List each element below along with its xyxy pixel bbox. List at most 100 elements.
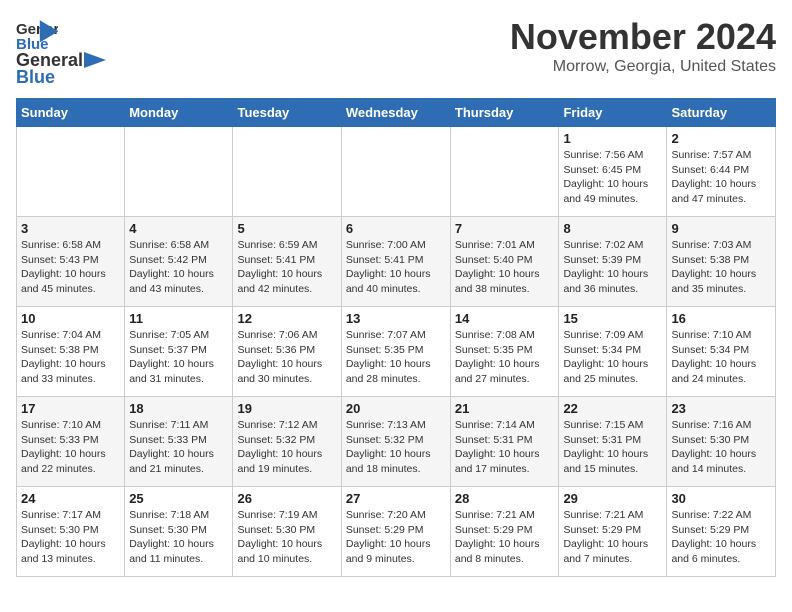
- day-info: Sunrise: 6:59 AM Sunset: 5:41 PM Dayligh…: [237, 238, 336, 297]
- day-info: Sunrise: 7:10 AM Sunset: 5:34 PM Dayligh…: [671, 328, 771, 387]
- day-info: Sunrise: 7:16 AM Sunset: 5:30 PM Dayligh…: [671, 418, 771, 477]
- calendar-cell: 18Sunrise: 7:11 AM Sunset: 5:33 PM Dayli…: [125, 397, 233, 487]
- day-info: Sunrise: 7:07 AM Sunset: 5:35 PM Dayligh…: [346, 328, 446, 387]
- day-number: 16: [671, 311, 771, 326]
- day-number: 2: [671, 131, 771, 146]
- day-info: Sunrise: 7:18 AM Sunset: 5:30 PM Dayligh…: [129, 508, 228, 567]
- page-header: General Blue General Blue November 2024 …: [16, 16, 776, 88]
- day-number: 23: [671, 401, 771, 416]
- day-number: 20: [346, 401, 446, 416]
- calendar-cell: 16 Sunrise: 7:10 AM Sunset: 5:34 PM Dayli…: [667, 307, 776, 397]
- day-header-thursday: Thursday: [450, 99, 559, 127]
- calendar-cell: 11 Sunrise: 7:05 AM Sunset: 5:37 PM Dayli…: [125, 307, 233, 397]
- day-number: 28: [455, 491, 555, 506]
- day-number: 26: [237, 491, 336, 506]
- calendar-cell: 12 Sunrise: 7:06 AM Sunset: 5:36 PM Dayli…: [233, 307, 341, 397]
- day-info: Sunrise: 7:13 AM Sunset: 5:32 PM Dayligh…: [346, 418, 446, 477]
- day-number: 9: [671, 221, 771, 236]
- calendar-cell: 6Sunrise: 7:00 AM Sunset: 5:41 PM Daylig…: [341, 217, 450, 307]
- calendar-cell: 25 Sunrise: 7:18 AM Sunset: 5:30 PM Dayli…: [125, 487, 233, 577]
- month-title: November 2024: [510, 16, 776, 58]
- calendar-cell: 22 Sunrise: 7:15 AM Sunset: 5:31 PM Dayli…: [559, 397, 667, 487]
- day-info: Sunrise: 6:58 AM Sunset: 5:43 PM Dayligh…: [21, 238, 120, 297]
- calendar-cell: [450, 127, 559, 217]
- calendar-cell: 26 Sunrise: 7:19 AM Sunset: 5:30 PM Dayli…: [233, 487, 341, 577]
- day-number: 4: [129, 221, 228, 236]
- day-info: Sunrise: 7:10 AM Sunset: 5:33 PM Dayligh…: [21, 418, 120, 477]
- day-number: 15: [563, 311, 662, 326]
- calendar-cell: 5Sunrise: 6:59 AM Sunset: 5:41 PM Daylig…: [233, 217, 341, 307]
- calendar-cell: 24 Sunrise: 7:17 AM Sunset: 5:30 PM Dayli…: [17, 487, 125, 577]
- calendar-cell: 27Sunrise: 7:20 AM Sunset: 5:29 PM Dayli…: [341, 487, 450, 577]
- day-number: 1: [563, 131, 662, 146]
- calendar-cell: 4 Sunrise: 6:58 AM Sunset: 5:42 PM Daylig…: [125, 217, 233, 307]
- calendar-week-1: 1 Sunrise: 7:56 AM Sunset: 6:45 PM Daylig…: [17, 127, 776, 217]
- logo-icon: General Blue: [16, 16, 58, 52]
- day-number: 24: [21, 491, 120, 506]
- day-number: 22: [563, 401, 662, 416]
- day-number: 11: [129, 311, 228, 326]
- day-number: 7: [455, 221, 555, 236]
- day-info: Sunrise: 7:22 AM Sunset: 5:29 PM Dayligh…: [671, 508, 771, 567]
- day-number: 10: [21, 311, 120, 326]
- day-number: 29: [563, 491, 662, 506]
- calendar-cell: 23 Sunrise: 7:16 AM Sunset: 5:30 PM Dayli…: [667, 397, 776, 487]
- calendar-cell: 30 Sunrise: 7:22 AM Sunset: 5:29 PM Dayli…: [667, 487, 776, 577]
- day-header-saturday: Saturday: [667, 99, 776, 127]
- calendar-cell: 21Sunrise: 7:14 AM Sunset: 5:31 PM Dayli…: [450, 397, 559, 487]
- calendar-cell: 19 Sunrise: 7:12 AM Sunset: 5:32 PM Dayli…: [233, 397, 341, 487]
- day-info: Sunrise: 7:08 AM Sunset: 5:35 PM Dayligh…: [455, 328, 555, 387]
- logo-arrow-icon: [84, 49, 106, 71]
- title-section: November 2024 Morrow, Georgia, United St…: [510, 16, 776, 76]
- calendar-cell: [125, 127, 233, 217]
- day-number: 27: [346, 491, 446, 506]
- day-info: Sunrise: 7:02 AM Sunset: 5:39 PM Dayligh…: [563, 238, 662, 297]
- calendar-header-row: SundayMondayTuesdayWednesdayThursdayFrid…: [17, 99, 776, 127]
- calendar-cell: 13 Sunrise: 7:07 AM Sunset: 5:35 PM Dayli…: [341, 307, 450, 397]
- calendar-cell: 29 Sunrise: 7:21 AM Sunset: 5:29 PM Dayli…: [559, 487, 667, 577]
- calendar-cell: 28Sunrise: 7:21 AM Sunset: 5:29 PM Dayli…: [450, 487, 559, 577]
- logo: General Blue General Blue: [16, 16, 107, 88]
- day-info: Sunrise: 7:05 AM Sunset: 5:37 PM Dayligh…: [129, 328, 228, 387]
- day-number: 14: [455, 311, 555, 326]
- day-info: Sunrise: 7:03 AM Sunset: 5:38 PM Dayligh…: [671, 238, 771, 297]
- day-info: Sunrise: 7:19 AM Sunset: 5:30 PM Dayligh…: [237, 508, 336, 567]
- day-info: Sunrise: 7:09 AM Sunset: 5:34 PM Dayligh…: [563, 328, 662, 387]
- day-header-tuesday: Tuesday: [233, 99, 341, 127]
- day-info: Sunrise: 7:06 AM Sunset: 5:36 PM Dayligh…: [237, 328, 336, 387]
- calendar-table: SundayMondayTuesdayWednesdayThursdayFrid…: [16, 98, 776, 577]
- day-number: 17: [21, 401, 120, 416]
- day-header-friday: Friday: [559, 99, 667, 127]
- calendar-cell: 8 Sunrise: 7:02 AM Sunset: 5:39 PM Daylig…: [559, 217, 667, 307]
- location: Morrow, Georgia, United States: [510, 58, 776, 76]
- day-info: Sunrise: 7:12 AM Sunset: 5:32 PM Dayligh…: [237, 418, 336, 477]
- day-info: Sunrise: 7:01 AM Sunset: 5:40 PM Dayligh…: [455, 238, 555, 297]
- day-number: 30: [671, 491, 771, 506]
- calendar-cell: 14 Sunrise: 7:08 AM Sunset: 5:35 PM Dayli…: [450, 307, 559, 397]
- day-info: Sunrise: 7:56 AM Sunset: 6:45 PM Dayligh…: [563, 148, 662, 207]
- calendar-cell: [17, 127, 125, 217]
- day-number: 25: [129, 491, 228, 506]
- calendar-cell: 9 Sunrise: 7:03 AM Sunset: 5:38 PM Daylig…: [667, 217, 776, 307]
- calendar-cell: 20 Sunrise: 7:13 AM Sunset: 5:32 PM Dayli…: [341, 397, 450, 487]
- day-info: Sunrise: 7:15 AM Sunset: 5:31 PM Dayligh…: [563, 418, 662, 477]
- calendar-cell: [341, 127, 450, 217]
- calendar-week-2: 3 Sunrise: 6:58 AM Sunset: 5:43 PM Daylig…: [17, 217, 776, 307]
- day-info: Sunrise: 7:14 AM Sunset: 5:31 PM Dayligh…: [455, 418, 555, 477]
- calendar-cell: 17 Sunrise: 7:10 AM Sunset: 5:33 PM Dayli…: [17, 397, 125, 487]
- calendar-cell: 10Sunrise: 7:04 AM Sunset: 5:38 PM Dayli…: [17, 307, 125, 397]
- day-info: Sunrise: 7:21 AM Sunset: 5:29 PM Dayligh…: [563, 508, 662, 567]
- day-number: 8: [563, 221, 662, 236]
- day-info: Sunrise: 6:58 AM Sunset: 5:42 PM Dayligh…: [129, 238, 228, 297]
- day-info: Sunrise: 7:57 AM Sunset: 6:44 PM Dayligh…: [671, 148, 771, 207]
- day-number: 19: [237, 401, 336, 416]
- day-number: 12: [237, 311, 336, 326]
- day-info: Sunrise: 7:17 AM Sunset: 5:30 PM Dayligh…: [21, 508, 120, 567]
- day-info: Sunrise: 7:00 AM Sunset: 5:41 PM Dayligh…: [346, 238, 446, 297]
- day-header-wednesday: Wednesday: [341, 99, 450, 127]
- calendar-week-5: 24 Sunrise: 7:17 AM Sunset: 5:30 PM Dayli…: [17, 487, 776, 577]
- calendar-week-4: 17 Sunrise: 7:10 AM Sunset: 5:33 PM Dayli…: [17, 397, 776, 487]
- day-number: 13: [346, 311, 446, 326]
- calendar-cell: [233, 127, 341, 217]
- day-number: 3: [21, 221, 120, 236]
